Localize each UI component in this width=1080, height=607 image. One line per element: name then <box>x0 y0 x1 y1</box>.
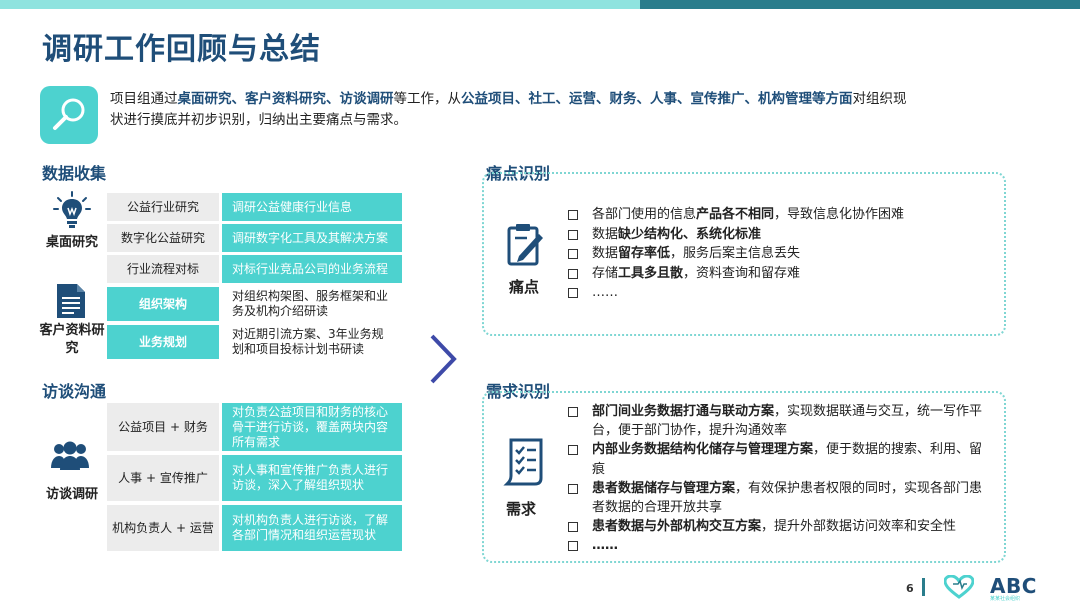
data-collection-heading: 数据收集 <box>42 164 107 183</box>
table-row-left: 公益行业研究 <box>107 193 219 221</box>
lightbulb-icon <box>52 190 92 234</box>
document-icon <box>55 282 87 324</box>
brand-subtitle: 某某社会组织 <box>990 596 1021 602</box>
table-row-right: 对负责公益项目和财务的核心骨干进行访谈，覆盖两块内容所有需求 <box>222 403 402 451</box>
table-row-right: 对人事和宣传推广负责人进行访谈，深入了解组织现状 <box>222 455 402 501</box>
table-row-right: 对标行业竞品公司的业务流程 <box>222 255 402 283</box>
desk-research-label: 桌面研究 <box>45 235 98 250</box>
table-row-right: 调研公益健康行业信息 <box>222 193 402 221</box>
table-row-left: 人事 + 宣传推广 <box>107 455 219 501</box>
footer-divider <box>922 578 925 596</box>
list-item: 各部门使用的信息产品各不相同，导致信息化协作困难 <box>568 205 904 225</box>
list-item: …… <box>568 283 904 303</box>
table-row-left: 数字化公益研究 <box>107 224 219 252</box>
needs-list: 部门间业务数据打通与联动方案，实现数据联通与交互，统一写作平台，便于部门协作，提… <box>568 402 988 556</box>
table-row-left: 公益项目 + 财务 <box>107 403 219 451</box>
list-item: 患者数据储存与管理方案，有效保护患者权限的同时，实现各部门患者数据的合理开放共享 <box>568 479 988 517</box>
pain-label: 痛点 <box>509 278 540 296</box>
page-number: 6 <box>906 582 914 595</box>
top-accent-bar-light <box>0 0 640 9</box>
checklist-icon <box>503 438 545 490</box>
list-item: 存储工具多且散，资料查询和留存难 <box>568 264 904 284</box>
heart-logo-icon <box>943 574 975 603</box>
intro-text: 项目组通过桌面研究、客户资料研究、访谈调研等工作，从公益项目、社工、运营、财务、… <box>110 91 907 128</box>
client-research-label: 客户资料研究 <box>39 323 105 356</box>
list-item: 部门间业务数据打通与联动方案，实现数据联通与交互，统一写作平台，便于部门协作，提… <box>568 402 988 440</box>
list-item: 数据缺少结构化、系统化标准 <box>568 225 904 245</box>
table-row-left: 机构负责人 + 运营 <box>107 505 219 551</box>
chevron-right-icon <box>428 332 460 390</box>
pain-list: 各部门使用的信息产品各不相同，导致信息化协作困难 数据缺少结构化、系统化标准 数… <box>568 205 904 303</box>
top-accent-bar-dark <box>640 0 1080 9</box>
search-icon <box>40 86 98 144</box>
table-row-right: 对组织构架图、服务框架和业务及机构介绍研读 <box>222 287 402 321</box>
list-item: 患者数据与外部机构交互方案，提升外部数据访问效率和安全性 <box>568 517 988 536</box>
group-icon <box>50 440 90 476</box>
list-item: 内部业务数据结构化储存与管理理方案，便于数据的搜索、利用、留痕 <box>568 440 988 478</box>
clipboard-pen-icon <box>505 222 545 272</box>
list-item: 数据留存率低，服务后案主信息丢失 <box>568 244 904 264</box>
table-row-right: 对机构负责人进行访谈，了解各部门情况和组织运营现状 <box>222 505 402 551</box>
table-row-right: 对近期引流方案、3年业务规划和项目投标计划书研读 <box>222 325 402 359</box>
table-row-left: 业务规划 <box>107 325 219 359</box>
needs-label: 需求 <box>506 500 537 518</box>
table-row-right: 调研数字化工具及其解决方案 <box>222 224 402 252</box>
table-row-left: 组织架构 <box>107 287 219 321</box>
page-title: 调研工作回顾与总结 <box>42 32 321 67</box>
table-row-left: 行业流程对标 <box>107 255 219 283</box>
list-item: …… <box>568 536 988 555</box>
interview-research-label: 访谈调研 <box>45 487 98 502</box>
interview-heading: 访谈沟通 <box>42 382 107 401</box>
